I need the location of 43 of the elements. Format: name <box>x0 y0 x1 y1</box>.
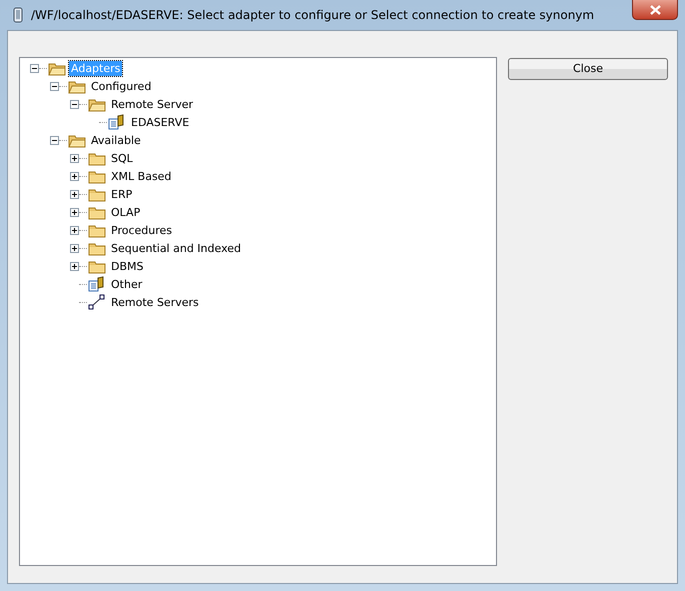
connection-icon <box>88 294 106 310</box>
expand-icon[interactable] <box>70 208 79 216</box>
folder-icon <box>88 168 106 184</box>
tree-item[interactable]: Configured <box>89 78 154 94</box>
expand-icon[interactable] <box>70 226 79 234</box>
open-folder-icon <box>68 132 86 148</box>
folder-icon <box>88 186 106 202</box>
folder-icon <box>88 258 106 274</box>
expand-icon[interactable] <box>70 172 79 180</box>
tree-item[interactable]: XML Based <box>109 168 174 184</box>
collapse-icon[interactable] <box>70 100 79 108</box>
open-folder-icon <box>88 96 106 112</box>
tree-item[interactable]: Remote Server <box>109 96 196 112</box>
close-dialog-button[interactable]: Close <box>508 58 668 80</box>
close-icon <box>650 4 660 14</box>
tree-item[interactable]: SQL <box>109 150 135 166</box>
tree-item[interactable]: Available <box>89 132 143 148</box>
tree-item[interactable]: Other <box>109 276 144 292</box>
window-title: /WF/localhost/EDASERVE: Select adapter to configure or Select connection to create synonym <box>31 8 594 22</box>
app-icon <box>13 7 23 23</box>
document-icon <box>88 276 106 292</box>
collapse-icon[interactable] <box>50 136 59 144</box>
open-folder-icon <box>48 60 66 76</box>
collapse-icon[interactable] <box>50 82 59 90</box>
collapse-icon[interactable] <box>30 64 39 72</box>
tree-item[interactable]: Remote Servers <box>109 294 201 310</box>
folder-icon <box>88 240 106 256</box>
folder-icon <box>88 222 106 238</box>
expand-icon[interactable] <box>70 154 79 162</box>
tree-item[interactable]: OLAP <box>109 204 142 220</box>
tree-item[interactable]: EDASERVE <box>129 114 192 130</box>
tree-item[interactable]: Sequential and Indexed <box>109 240 243 256</box>
document-icon <box>108 114 126 130</box>
open-folder-icon <box>68 78 86 94</box>
expand-icon[interactable] <box>70 262 79 270</box>
expand-icon[interactable] <box>70 190 79 198</box>
tree-item[interactable]: ERP <box>109 186 134 202</box>
expand-icon[interactable] <box>70 244 79 252</box>
close-button[interactable] <box>632 0 678 20</box>
folder-icon <box>88 204 106 220</box>
tree-item[interactable]: DBMS <box>109 258 146 274</box>
folder-icon <box>88 150 106 166</box>
tree-item[interactable]: Procedures <box>109 222 174 238</box>
